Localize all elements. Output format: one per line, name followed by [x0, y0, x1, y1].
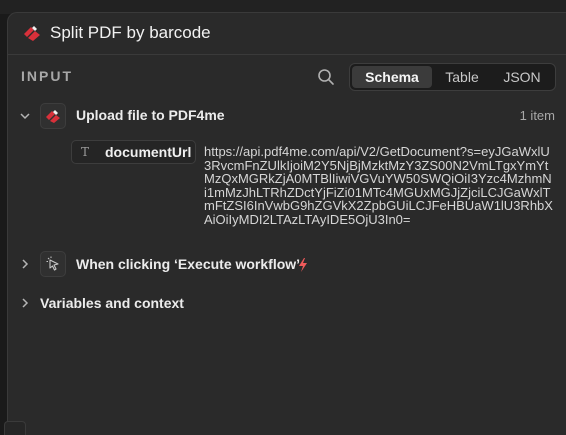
tab-schema[interactable]: Schema — [352, 66, 432, 88]
upload-node-label[interactable]: Upload file to PDF4me — [76, 107, 225, 123]
chevron-right-icon[interactable] — [19, 258, 31, 270]
view-mode-tabs: Schema Table JSON — [349, 63, 556, 91]
panel-title: Split PDF by barcode — [50, 23, 211, 42]
input-section-header: INPUT — [21, 68, 73, 84]
canvas-corner-handle — [4, 421, 26, 435]
field-name: documentUrl — [105, 144, 192, 160]
lightning-icon — [299, 258, 307, 272]
trigger-node-label[interactable]: When clicking ‘Execute workflow’ — [76, 256, 300, 272]
field-chip-documenturl[interactable]: T documentUrl — [71, 140, 196, 164]
trigger-node-icon — [40, 251, 66, 277]
variables-context-label[interactable]: Variables and context — [40, 295, 184, 311]
pdf4me-node-icon — [46, 110, 60, 123]
chevron-down-icon[interactable] — [19, 110, 31, 122]
field-value: https://api.pdf4me.com/api/V2/GetDocumen… — [204, 144, 553, 227]
string-type-icon: T — [81, 145, 90, 159]
input-panel: Split PDF by barcode INPUT Schema Table … — [7, 12, 566, 435]
chevron-right-icon[interactable] — [19, 297, 31, 309]
tab-table[interactable]: Table — [434, 66, 490, 88]
cursor-click-icon — [46, 256, 59, 271]
item-count: 1 item — [519, 108, 555, 123]
pdf4me-logo-icon — [24, 26, 40, 41]
search-icon[interactable] — [317, 68, 335, 86]
upload-node-icon — [40, 103, 66, 129]
tab-json[interactable]: JSON — [492, 66, 552, 88]
panel-title-bar: Split PDF by barcode — [8, 13, 566, 55]
